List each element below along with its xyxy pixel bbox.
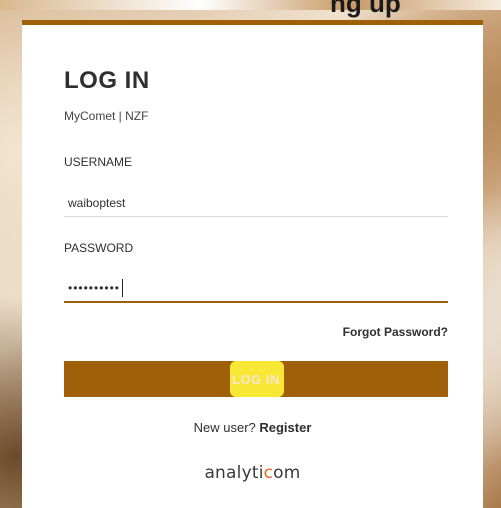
banner-text: ng up: [330, 0, 401, 18]
username-label: USERNAME: [64, 155, 133, 169]
analyticom-logo: analyticom: [22, 463, 483, 483]
forgot-password-link[interactable]: Forgot Password?: [343, 325, 448, 339]
password-label: PASSWORD: [64, 241, 134, 255]
app-subtitle: MyComet | NZF: [64, 109, 149, 123]
register-prompt: New user?: [193, 420, 260, 435]
logo-text-start: analyti: [204, 463, 264, 483]
text-cursor: [122, 279, 123, 297]
login-button[interactable]: LOG IN: [64, 361, 448, 397]
page-title: LOG IN: [64, 67, 150, 94]
register-row: New user? Register: [22, 420, 483, 435]
login-card: LOG IN MyComet | NZF USERNAME PASSWORD F…: [22, 20, 483, 508]
logo-text-end: om: [273, 463, 301, 483]
top-banner: ng up: [0, 0, 501, 18]
register-link[interactable]: Register: [259, 420, 311, 435]
username-input[interactable]: [64, 189, 448, 217]
logo-accent: c: [263, 463, 274, 483]
login-button-label: LOG IN: [232, 371, 280, 387]
